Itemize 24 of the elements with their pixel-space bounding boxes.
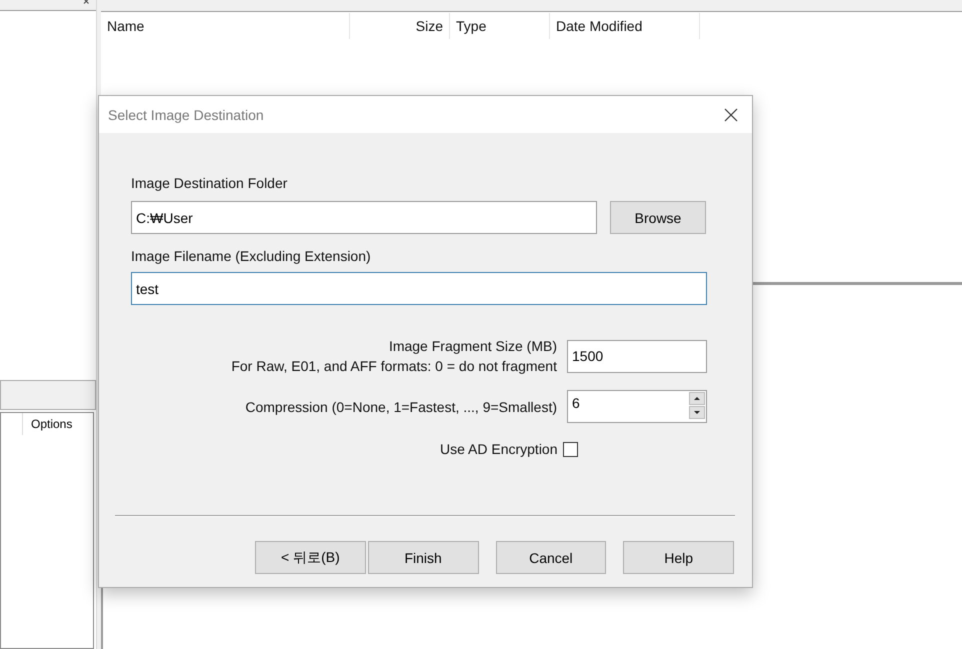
field-label: Image Destination Folder [131,175,288,191]
column-header[interactable]: Date Modified [550,13,700,39]
column-header[interactable]: Type [450,13,550,39]
compression-spinbox[interactable]: 6 [567,390,707,423]
column-header[interactable]: Name [101,13,350,39]
dialog-button[interactable]: < 뒤로(B) [255,541,366,574]
dialog-button[interactable]: Help [623,541,734,574]
filename-input-field[interactable]: test [131,272,707,305]
dialog-title: Select Image Destination [108,106,264,122]
column-header[interactable]: Options [22,413,93,435]
field-label: Image Fragment Size (MB) [388,337,557,356]
browse-button[interactable]: Browse [610,201,706,234]
field-note: For Raw, E01, and AFF formats: 0 = do not fragment [231,357,557,376]
close-icon[interactable] [81,0,89,5]
dialog-button[interactable]: Finish [368,541,478,574]
folder-input-field[interactable]: C:₩User [131,201,597,234]
dialog-button[interactable]: Cancel [496,541,606,574]
field-label: Image Filename (Excluding Extension) [131,248,372,264]
encryption-checkbox[interactable] [562,442,578,456]
fragment-size-input-field[interactable]: 1500 [567,340,707,372]
checkbox-label: Use AD Encryption [440,441,558,457]
column-header[interactable]: Size [350,13,450,39]
field-label: Compression (0=None, 1=Fastest, ..., 9=Smallest) [245,398,557,414]
close-icon[interactable] [724,108,738,122]
